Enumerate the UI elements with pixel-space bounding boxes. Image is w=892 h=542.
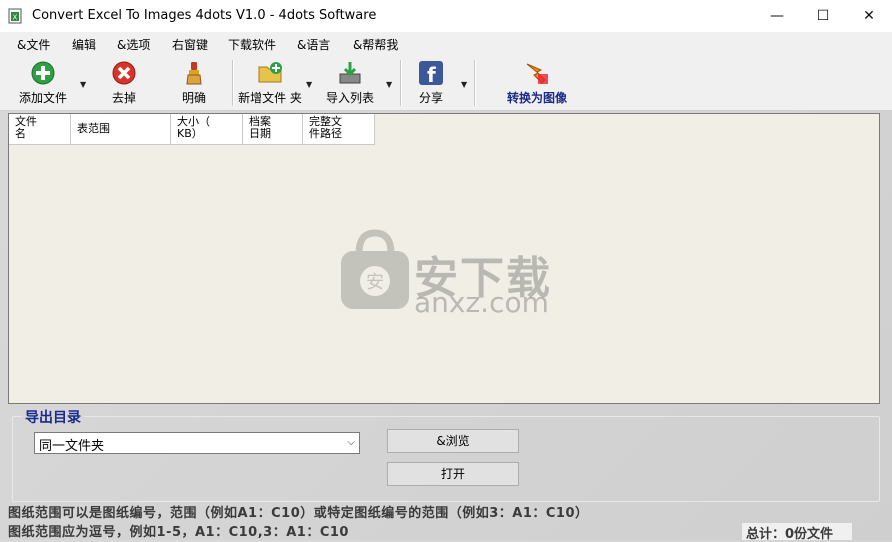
menu-options[interactable]: &选项 (117, 36, 150, 53)
import-icon (339, 62, 361, 84)
browse-button[interactable]: &浏览 (387, 429, 519, 453)
minimize-button[interactable]: — (754, 0, 800, 32)
add-file-dropdown-icon[interactable]: ▼ (80, 80, 86, 89)
share-button[interactable]: f 分享 (414, 60, 448, 106)
menu-help[interactable]: &帮帮我 (353, 36, 398, 53)
svg-text:f: f (427, 63, 436, 86)
watermark-url: anxz.com (414, 286, 549, 319)
close-button[interactable]: ✕ (846, 0, 892, 32)
toolbar-separator (400, 60, 402, 106)
menu-language[interactable]: &语言 (297, 36, 330, 53)
svg-text:安: 安 (366, 272, 384, 293)
import-dropdown-icon[interactable]: ▼ (386, 80, 392, 89)
menu-download[interactable]: 下载软件 (228, 36, 276, 53)
column-sheet-range[interactable]: 表范围 (71, 114, 171, 145)
file-list-header: 文件 名 表范围 大小（ KB） 档案 日期 完整文 件路径 (9, 114, 375, 145)
toolbar-separator (474, 60, 476, 106)
title-bar: X Convert Excel To Images 4dots V1.0 - 4… (0, 0, 892, 32)
hint-line-2: 图纸范围应为逗号，例如1-5，A1：C10,3：A1：C10 (8, 525, 349, 540)
chevron-down-icon: ⌵ (347, 437, 355, 448)
broom-icon (186, 62, 202, 85)
add-green-icon (31, 61, 55, 85)
menu-edit[interactable]: 编辑 (72, 36, 96, 53)
svg-text:X: X (13, 14, 18, 22)
menu-bar: &文件 编辑 &选项 右窗键 下载软件 &语言 &帮帮我 (0, 32, 892, 56)
output-folder-select[interactable]: 同一文件夹 ⌵ (34, 432, 360, 454)
column-fullpath[interactable]: 完整文 件路径 (303, 114, 375, 145)
window-title: Convert Excel To Images 4dots V1.0 - 4do… (32, 8, 377, 23)
file-list[interactable]: 文件 名 表范围 大小（ KB） 档案 日期 完整文 件路径 安 安下载 anx… (8, 113, 880, 404)
add-folder-button[interactable]: 新增文件 夹 (236, 60, 304, 106)
facebook-icon: f (419, 61, 443, 86)
convert-button[interactable]: 转换为图像 (500, 60, 574, 106)
menu-context[interactable]: 右窗键 (172, 36, 208, 53)
convert-arrow-icon (526, 63, 548, 84)
remove-red-icon (112, 61, 136, 85)
column-filename[interactable]: 文件 名 (9, 114, 71, 145)
app-icon: X (8, 8, 22, 24)
status-total: 总计：0份文件 (742, 523, 852, 542)
folder-add-icon (258, 62, 282, 83)
share-dropdown-icon[interactable]: ▼ (461, 80, 467, 89)
column-date[interactable]: 档案 日期 (243, 114, 303, 145)
toolbar-separator (232, 60, 234, 106)
add-folder-dropdown-icon[interactable]: ▼ (306, 80, 312, 89)
clear-button[interactable]: 明确 (176, 60, 212, 106)
remove-button[interactable]: 去掉 (106, 60, 142, 106)
maximize-button[interactable]: ☐ (800, 0, 846, 32)
add-file-button[interactable]: 添加文件 (14, 60, 72, 106)
import-list-button[interactable]: 导入列表 (322, 60, 378, 106)
column-size[interactable]: 大小（ KB） (171, 114, 243, 145)
hint-line-1: 图纸范围可以是图纸编号，范围（例如A1：C10）或特定图纸编号的范围（例如3：A… (8, 506, 589, 521)
open-button[interactable]: 打开 (387, 462, 519, 486)
watermark-bag-icon: 安 (341, 229, 409, 309)
toolbar: 添加文件 ▼ 去掉 明确 新增文件 夹 ▼ 导入列表 ▼ f 分享 ▼ 转换为图… (0, 56, 892, 111)
output-folder-legend: 导出目录 (22, 407, 84, 427)
menu-file[interactable]: &文件 (17, 36, 50, 53)
output-folder-value: 同一文件夹 (39, 439, 105, 454)
